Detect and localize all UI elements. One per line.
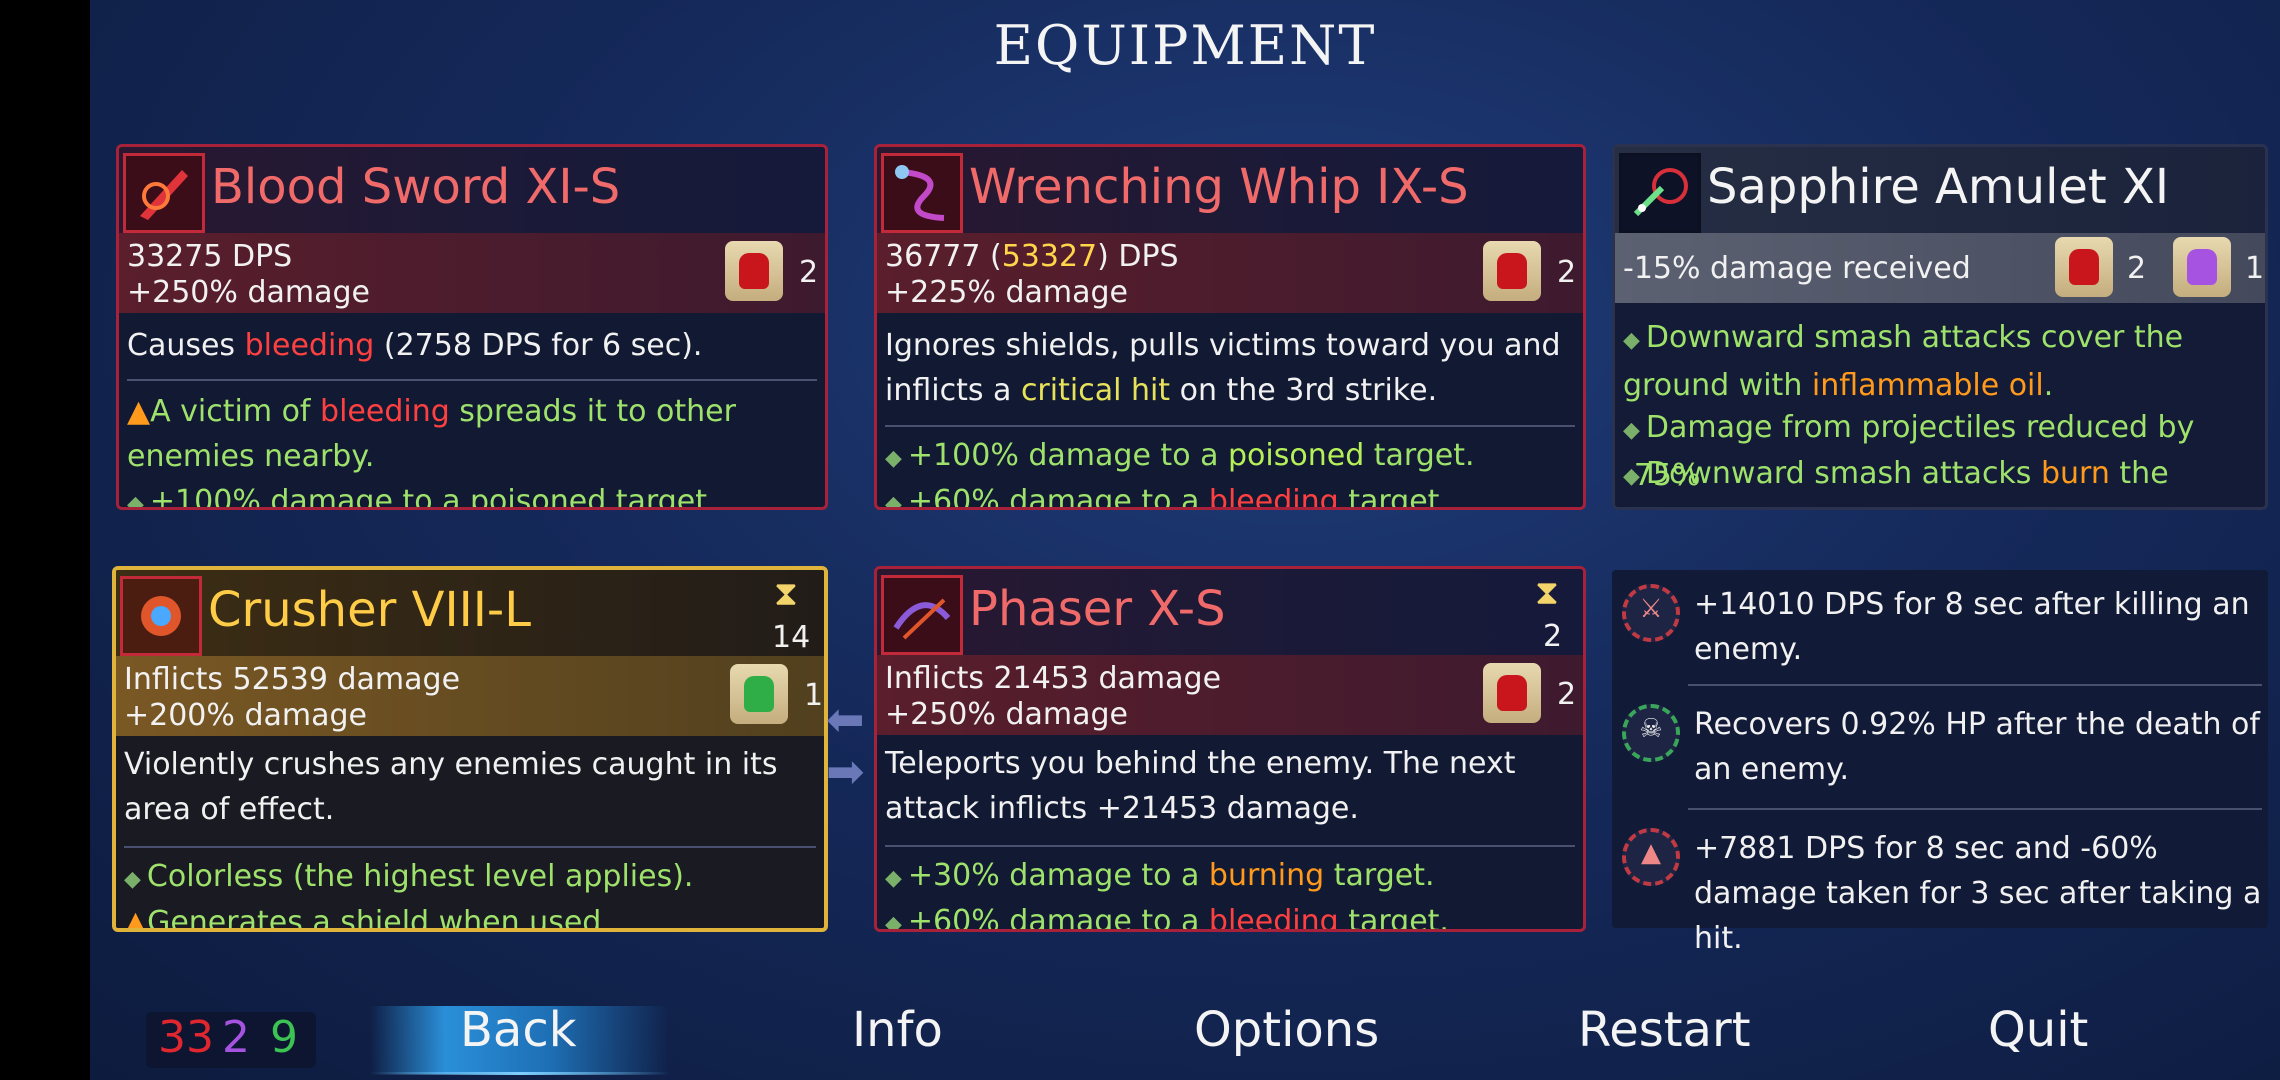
divider [127, 379, 817, 381]
scroll-count: 2 [2127, 251, 2147, 286]
screen-title: EQUIPMENT [993, 14, 1377, 77]
affix-line: ▲Generates a shield when used. [124, 905, 611, 932]
weapon-stats: 33275 DPS +250% damage 2 [119, 233, 825, 313]
quit-button[interactable]: Quit [1988, 1002, 2088, 1058]
weapon-description: Causes bleeding (2758 DPS for 6 sec). [127, 328, 703, 363]
amulet-name: Sapphire Amulet XI [1707, 159, 2170, 215]
swap-left-arrow-icon[interactable]: ⬅ [826, 692, 865, 746]
divider [1688, 808, 2262, 810]
divider [885, 845, 1575, 847]
brutality-scroll-icon [1483, 241, 1541, 301]
skill-bonus: +200% damage [124, 698, 367, 733]
amulet-card[interactable]: Sapphire Amulet XI -15% damage received … [1612, 144, 2268, 510]
survival-count: 9 [270, 1012, 298, 1063]
amulet-stats: -15% damage received 2 1 [1615, 233, 2265, 303]
restart-button[interactable]: Restart [1578, 1002, 1751, 1058]
skill-damage: Inflicts 52539 damage [124, 662, 461, 697]
scroll-counter: 33 2 9 [146, 1012, 316, 1068]
necromancy-mutation-icon: ☠ [1622, 704, 1680, 762]
affix-line: ◆ +30% damage to a burning target. [885, 858, 1435, 893]
back-button[interactable]: Back [460, 1002, 577, 1058]
sapphire-amulet-icon [1619, 153, 1701, 233]
hourglass-icon: ⧗ [1535, 573, 1559, 613]
skill-description: Violently crushes any enemies caught in … [124, 747, 778, 827]
scroll-count: 2 [799, 255, 819, 290]
bottom-menu: 33 2 9 Back Info Options Restart Quit [90, 990, 2280, 1080]
affix-line: ◆ +60% damage to a bleeding target. [885, 904, 1449, 932]
skill-name: Crusher VIII-L [208, 582, 531, 638]
affix-line: ▲A victim of bleeding spreads it to othe… [127, 394, 736, 474]
brutality-count: 33 [158, 1012, 214, 1063]
affix-line: ◆ +60% damage to a bleeding target. [885, 484, 1449, 510]
scroll-count: 2 [1557, 255, 1577, 290]
blood-sword-icon [123, 153, 205, 233]
weapon-card-blood-sword[interactable]: Blood Sword XI-S 33275 DPS +250% damage … [116, 144, 828, 510]
tactics-count: 2 [222, 1012, 250, 1063]
adrenaline-mutation-icon: ▲ [1622, 828, 1680, 886]
weapon-bonus: +225% damage [885, 275, 1128, 310]
weapon-description: Ignores shields, pulls victims toward yo… [885, 328, 1561, 408]
brutality-scroll-icon [725, 241, 783, 301]
scroll-count: 2 [1557, 677, 1577, 712]
affix-line: ◆ Downward smash attacks cover the ground… [1623, 320, 2184, 403]
back-underline [370, 1072, 670, 1075]
mutation-row[interactable]: ☠ Recovers 0.92% HP after the death of a… [1612, 690, 2268, 810]
wrenching-whip-icon [881, 153, 963, 233]
weapon-stats: 36777 (53327) DPS +225% damage 2 [877, 233, 1583, 313]
weapon-card-wrenching-whip[interactable]: Wrenching Whip IX-S 36777 (53327) DPS +2… [874, 144, 1586, 510]
mutation-row[interactable]: ⚔ +14010 DPS for 8 sec after killing an … [1612, 570, 2268, 690]
hourglass-icon: ⧗ [774, 574, 798, 614]
amulet-stat: -15% damage received [1623, 251, 1971, 286]
weapon-name: Blood Sword XI-S [211, 159, 621, 215]
affix-line: ◆ +100% damage to a poisoned target. [885, 438, 1475, 473]
scroll-count: 1 [2245, 251, 2265, 286]
cooldown-value: 14 [772, 620, 811, 655]
brutality-scroll-icon [2055, 237, 2113, 297]
skill-stats: Inflicts 52539 damage +200% damage 1 [116, 656, 824, 736]
cooldown-value: 2 [1543, 619, 1563, 654]
survival-scroll-icon [730, 664, 788, 724]
weapon-bonus: +250% damage [127, 275, 370, 310]
scroll-count: 1 [804, 678, 824, 713]
mutation-text: Recovers 0.92% HP after the death of an … [1694, 707, 2260, 787]
skill-stats: Inflicts 21453 damage +250% damage 2 [877, 655, 1583, 735]
affix-line: ◆ Colorless (the highest level applies). [124, 859, 694, 894]
weapon-dps: 36777 (53327) DPS [885, 239, 1179, 274]
mutation-text: +14010 DPS for 8 sec after killing an en… [1694, 587, 2250, 667]
weapon-dps: 33275 DPS [127, 239, 293, 274]
tactics-scroll-icon [2173, 237, 2231, 297]
options-button[interactable]: Options [1194, 1002, 1379, 1058]
crusher-icon [120, 576, 202, 656]
skill-bonus: +250% damage [885, 697, 1128, 732]
killer-mutation-icon: ⚔ [1622, 584, 1680, 642]
swap-right-arrow-icon[interactable]: ➡ [826, 744, 865, 798]
divider [1688, 684, 2262, 686]
game-screen: EQUIPMENT Blood Sword XI-S 33275 DPS +25… [90, 0, 2280, 1080]
phaser-icon [881, 575, 963, 655]
divider [885, 425, 1575, 427]
affix-line: ◆Downward smash attacks burn the ground. [1623, 456, 2169, 507]
skill-card-phaser[interactable]: Phaser X-S ⧗ 2 Inflicts 21453 damage +25… [874, 566, 1586, 932]
weapon-name: Wrenching Whip IX-S [969, 159, 1469, 215]
divider [124, 846, 816, 848]
mutation-row[interactable]: ▲ +7881 DPS for 8 sec and -60% damage ta… [1612, 814, 2268, 956]
mutation-text: +7881 DPS for 8 sec and -60% damage take… [1694, 831, 2262, 956]
affix-line: ◆ +100% damage to a poisoned target. [127, 484, 717, 510]
skill-name: Phaser X-S [969, 581, 1226, 637]
skill-card-crusher[interactable]: Crusher VIII-L ⧗ 14 Inflicts 52539 damag… [112, 566, 828, 932]
mutations-panel: ⚔ +14010 DPS for 8 sec after killing an … [1612, 570, 2268, 956]
info-button[interactable]: Info [852, 1002, 943, 1058]
skill-description: Teleports you behind the enemy. The next… [885, 746, 1516, 826]
skill-damage: Inflicts 21453 damage [885, 661, 1222, 696]
brutality-scroll-icon [1483, 663, 1541, 723]
